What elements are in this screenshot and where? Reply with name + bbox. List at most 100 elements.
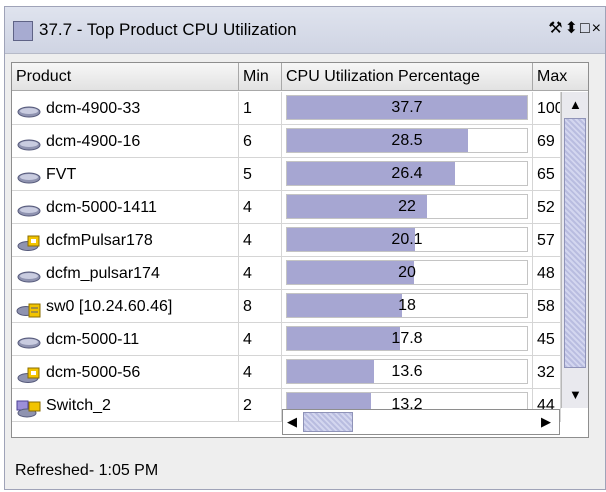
min-cell: 5 [239, 158, 282, 191]
min-cell: 4 [239, 257, 282, 290]
max-cell: 57 [533, 224, 561, 257]
cpu-utilization-panel: 37.7 - Top Product CPU Utilization ⚒⬍□× … [4, 6, 606, 490]
product-cell[interactable]: dcm-4900-33 [12, 92, 239, 125]
switch-icon [16, 133, 42, 151]
switch-group-icon [16, 397, 42, 418]
cpu-cell: 28.5 [282, 125, 533, 158]
product-cell[interactable]: sw0 [10.24.60.46] [12, 290, 239, 323]
status-refreshed: Refreshed- 1:05 PM [15, 462, 159, 479]
switch-warning-icon [16, 364, 42, 383]
cpu-bar-track: 26.4 [286, 161, 528, 186]
cpu-bar-track: 20 [286, 260, 528, 285]
min-cell: 4 [239, 356, 282, 389]
product-cell[interactable]: FVT [12, 158, 239, 191]
max-cell: 65 [533, 158, 561, 191]
product-name: dcm-5000-11 [46, 331, 140, 348]
cpu-value-label: 28.5 [391, 132, 423, 149]
min-cell: 4 [239, 224, 282, 257]
product-name: dcm-5000-1411 [46, 199, 157, 216]
cpu-cell: 37.7 [282, 92, 533, 125]
product-name: Switch_2 [46, 397, 111, 414]
cpu-bar-track: 18 [286, 293, 528, 318]
product-cell[interactable]: dcm-5000-56 [12, 356, 239, 389]
vertical-scrollbar[interactable]: ▲ ▼ [561, 92, 588, 408]
header-product[interactable]: Product [12, 63, 239, 91]
cpu-value-label: 37.7 [391, 99, 423, 116]
cpu-bar-track: 28.5 [286, 128, 528, 153]
cpu-bar-track: 17.8 [286, 326, 528, 351]
switch-stack-icon [16, 298, 42, 318]
table-row[interactable]: sw0 [10.24.60.46] 8 18 58 [12, 290, 561, 323]
max-cell: 100 [533, 92, 561, 125]
table-row[interactable]: dcfmPulsar178 4 20.1 57 [12, 224, 561, 257]
cpu-cell: 20.1 [282, 224, 533, 257]
product-name: dcm-4900-16 [46, 133, 141, 150]
scroll-left-arrow-icon[interactable]: ◀ [287, 415, 297, 428]
cpu-bar-track: 37.7 [286, 95, 528, 120]
header-min[interactable]: Min [239, 63, 282, 91]
horizontal-scroll-thumb[interactable] [303, 412, 353, 432]
table-row[interactable]: FVT 5 26.4 65 [12, 158, 561, 191]
max-cell: 45 [533, 323, 561, 356]
product-cell[interactable]: dcm-5000-11 [12, 323, 239, 356]
panel-controls[interactable]: ⚒⬍□× [548, 18, 603, 38]
cpu-value-label: 22 [398, 198, 416, 215]
scroll-up-arrow-icon[interactable]: ▲ [569, 98, 582, 111]
cpu-value-label: 13.6 [391, 363, 423, 380]
table-row[interactable]: dcm-4900-16 6 28.5 69 [12, 125, 561, 158]
min-cell: 4 [239, 191, 282, 224]
panel-titlebar: 37.7 - Top Product CPU Utilization ⚒⬍□× [5, 7, 605, 54]
table-row[interactable]: dcm-5000-56 4 13.6 32 [12, 356, 561, 389]
cpu-cell: 26.4 [282, 158, 533, 191]
product-name: FVT [46, 166, 77, 183]
header-max[interactable]: Max [533, 63, 588, 91]
product-cell[interactable]: dcfm_pulsar174 [12, 257, 239, 290]
header-cpu-percentage[interactable]: CPU Utilization Percentage [282, 63, 533, 91]
max-cell: 32 [533, 356, 561, 389]
min-cell: 2 [239, 389, 282, 422]
cpu-cell: 22 [282, 191, 533, 224]
product-cell[interactable]: dcm-4900-16 [12, 125, 239, 158]
product-cell[interactable]: dcfmPulsar178 [12, 224, 239, 257]
scroll-right-arrow-icon[interactable]: ▶ [541, 415, 551, 428]
min-cell: 6 [239, 125, 282, 158]
product-cell[interactable]: dcm-5000-1411 [12, 191, 239, 224]
cpu-value-label: 20.1 [391, 231, 423, 248]
utilization-table: Product Min CPU Utilization Percentage M… [11, 62, 589, 438]
product-cell[interactable]: Switch_2 [12, 389, 239, 422]
switch-icon [16, 166, 42, 184]
cpu-value-label: 20 [398, 264, 416, 281]
switch-icon [16, 265, 42, 283]
cpu-cell: 17.8 [282, 323, 533, 356]
cpu-cell: 18 [282, 290, 533, 323]
cpu-bar-track: 13.6 [286, 359, 528, 384]
horizontal-scrollbar[interactable]: ◀ ▶ [282, 409, 560, 435]
cpu-value-label: 17.8 [391, 330, 423, 347]
cpu-cell: 20 [282, 257, 533, 290]
cpu-value-label: 26.4 [391, 165, 423, 182]
max-cell: 52 [533, 191, 561, 224]
min-cell: 4 [239, 323, 282, 356]
vertical-scroll-thumb[interactable] [564, 118, 586, 368]
product-name: dcm-4900-33 [46, 100, 141, 117]
max-cell: 58 [533, 290, 561, 323]
cpu-value-label: 18 [398, 297, 416, 314]
table-row[interactable]: dcm-5000-11 4 17.8 45 [12, 323, 561, 356]
table-row[interactable]: dcm-4900-33 1 37.7 100 [12, 92, 561, 125]
scroll-down-arrow-icon[interactable]: ▼ [569, 388, 582, 401]
monitor-color-swatch [13, 21, 33, 41]
max-cell: 69 [533, 125, 561, 158]
cpu-cell: 13.6 [282, 356, 533, 389]
table-row[interactable]: dcm-5000-1411 4 22 52 [12, 191, 561, 224]
cpu-bar-track: 20.1 [286, 227, 528, 252]
product-name: dcfm_pulsar174 [46, 265, 160, 282]
switch-icon [16, 331, 42, 349]
cpu-bar-track: 22 [286, 194, 528, 219]
table-row[interactable]: dcfm_pulsar174 4 20 48 [12, 257, 561, 290]
product-name: dcfmPulsar178 [46, 232, 153, 249]
switch-warning-icon [16, 232, 42, 251]
switch-icon [16, 199, 42, 217]
max-cell: 48 [533, 257, 561, 290]
panel-title: 37.7 - Top Product CPU Utilization [39, 20, 297, 39]
product-name: dcm-5000-56 [46, 364, 141, 381]
